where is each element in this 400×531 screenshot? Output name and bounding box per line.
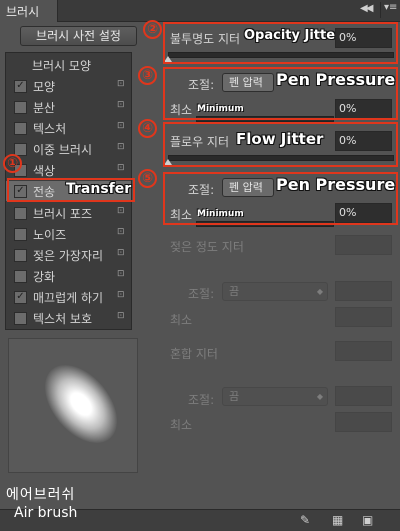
checkbox[interactable]	[14, 249, 27, 262]
list-item[interactable]: 노이즈 ⊡	[6, 224, 131, 244]
brush-presets-button[interactable]: 브러시 사전 설정	[20, 26, 137, 46]
list-item[interactable]: 색상 ⊡	[6, 160, 131, 180]
lock-icon[interactable]: ⊡	[117, 79, 125, 89]
list-item-label: 텍스처 보호	[33, 312, 93, 326]
highlight-transfer	[7, 178, 135, 202]
mix-jitter-input[interactable]	[335, 341, 392, 361]
wetness-jitter-input[interactable]	[335, 235, 392, 255]
new-preset-icon[interactable]: ▣	[362, 513, 373, 527]
tab-bar	[0, 0, 400, 22]
collapse-icon[interactable]: ◀◀	[360, 3, 373, 14]
minimum3-input[interactable]	[335, 307, 392, 327]
lock-icon[interactable]: ⊡	[117, 227, 125, 237]
checkbox[interactable]	[14, 270, 27, 283]
list-item-label: 색상	[33, 164, 56, 178]
minimum3-label: 최소	[170, 313, 193, 327]
lock-icon[interactable]: ⊡	[117, 290, 125, 300]
annotation-number-1: ①	[3, 154, 22, 173]
list-item[interactable]: 젖은 가장자리 ⊡	[6, 245, 131, 265]
tab-brush[interactable]: 브러시	[0, 0, 58, 22]
list-item[interactable]: ✓ 매끄럽게 하기 ⊡	[6, 287, 131, 307]
highlight-opacity-jitter	[163, 22, 398, 64]
checkbox-checked[interactable]: ✓	[14, 291, 27, 304]
control3-select-value: 끔	[229, 285, 240, 298]
list-item-label: 젖은 가장자리	[33, 249, 104, 263]
list-item[interactable]: 강화 ⊡	[6, 266, 131, 286]
control4-select[interactable]: 끔 ◆	[222, 387, 328, 406]
grid-icon[interactable]: ▦	[332, 513, 343, 527]
chevron-updown-icon: ◆	[316, 392, 323, 401]
list-item-label: 이중 브러시	[33, 143, 93, 157]
checkbox[interactable]	[14, 101, 27, 114]
minimum4-input[interactable]	[335, 412, 392, 432]
list-item[interactable]: 브러시 포즈 ⊡	[6, 203, 131, 223]
list-item[interactable]: 분산 ⊡	[6, 97, 131, 117]
list-item-label: 매끄럽게 하기	[33, 291, 104, 305]
brush-stroke-preview	[8, 338, 138, 473]
control4-select-value: 끔	[229, 390, 240, 403]
list-item[interactable]: 텍스처 보호 ⊡	[6, 308, 131, 328]
checkbox[interactable]	[14, 122, 27, 135]
lock-icon[interactable]: ⊡	[117, 163, 125, 173]
lock-icon[interactable]: ⊡	[117, 206, 125, 216]
lock-icon[interactable]: ⊡	[117, 121, 125, 131]
control4-input[interactable]	[335, 386, 392, 406]
list-header-brush-tip-shape[interactable]: 브러시 모양	[6, 55, 131, 75]
chevron-updown-icon: ◆	[316, 287, 323, 296]
annotation-number-2: ②	[143, 20, 162, 39]
control3-select[interactable]: 끔 ◆	[222, 282, 328, 301]
minimum4-label: 최소	[170, 418, 193, 432]
list-item-label: 강화	[33, 270, 56, 284]
control3-input[interactable]	[335, 281, 392, 301]
lock-icon[interactable]: ⊡	[117, 142, 125, 152]
list-item-label: 브러시 포즈	[33, 207, 93, 221]
panel-menu-icon[interactable]: ▾≡	[380, 2, 398, 18]
lock-icon[interactable]: ⊡	[117, 311, 125, 321]
list-item[interactable]: 텍스처 ⊡	[6, 118, 131, 138]
checkbox[interactable]	[14, 312, 27, 325]
wetness-jitter-label: 젖은 정도 지터	[170, 240, 244, 254]
lock-icon[interactable]: ⊡	[117, 100, 125, 110]
list-item[interactable]: ✓ 모양 ⊡	[6, 76, 131, 96]
lock-icon[interactable]: ⊡	[117, 248, 125, 258]
annotation-number-3: ③	[138, 66, 157, 85]
mix-jitter-label: 혼합 지터	[170, 347, 218, 361]
list-item-label: 모양	[33, 80, 56, 94]
control4-label: 조절:	[188, 393, 215, 407]
annotation-number-5: ⑤	[138, 169, 157, 188]
checkbox-checked[interactable]: ✓	[14, 80, 27, 93]
caption-english: Air brush	[14, 505, 78, 521]
brush-toggle-icon[interactable]: ✎	[300, 513, 310, 527]
list-item[interactable]: 이중 브러시 ⊡	[6, 139, 131, 159]
highlight-control2-minimum	[163, 172, 398, 225]
list-item-label: 텍스처	[33, 122, 67, 136]
lock-icon[interactable]: ⊡	[117, 269, 125, 279]
annotation-number-4: ④	[138, 119, 157, 138]
list-header-label: 브러시 모양	[32, 59, 92, 73]
airbrush-stroke-image	[30, 351, 132, 457]
caption-korean: 에어브러쉬	[6, 487, 76, 503]
checkbox[interactable]	[14, 228, 27, 241]
highlight-control-minimum	[163, 67, 398, 120]
checkbox[interactable]	[14, 207, 27, 220]
highlight-flow-jitter	[163, 122, 398, 167]
control3-label: 조절:	[188, 287, 215, 301]
list-item-label: 노이즈	[33, 228, 67, 242]
list-item-label: 분산	[33, 101, 56, 115]
